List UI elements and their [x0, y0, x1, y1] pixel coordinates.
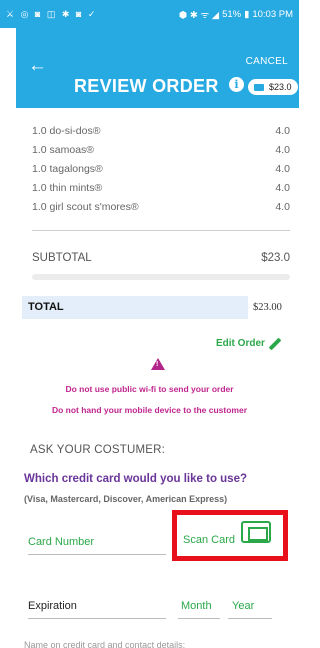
item-name: 1.0 do-si-dos® — [32, 125, 101, 137]
notification-icons: ⚔ ◎ ◙ ◫ ✱ ◙ ✓ — [6, 8, 98, 19]
edit-order-button[interactable]: Edit Order — [216, 337, 282, 350]
pencil-icon — [268, 337, 282, 350]
item-name: 1.0 girl scout s'mores® — [32, 201, 139, 213]
divider — [32, 230, 290, 231]
warning-text: Do not hand your mobile device to the cu… — [51, 405, 248, 415]
list-item: 1.0 do-si-dos® 4.0 — [32, 125, 290, 137]
edit-order-label: Edit Order — [216, 338, 265, 349]
cart-badge[interactable]: $23.0 — [248, 79, 298, 95]
clock: 10:03 PM — [252, 8, 293, 20]
item-name: 1.0 tagalongs® — [32, 163, 103, 175]
header: ← CANCEL REVIEW ORDER i $23.0 — [16, 28, 299, 108]
name-section-heading: Name on credit card and contact details: — [24, 640, 186, 648]
order-items: 1.0 do-si-dos® 4.0 1.0 samoas® 4.0 1.0 t… — [16, 108, 299, 298]
total-label: TOTAL — [28, 301, 64, 313]
list-item: 1.0 samoas® 4.0 — [32, 144, 290, 156]
cart-icon — [254, 83, 264, 91]
item-value: 4.0 — [275, 144, 290, 156]
signal-icons: ⬢ ✱ ᯤ ◢ — [178, 9, 220, 21]
back-arrow-icon[interactable]: ← — [28, 56, 47, 75]
scan-card-button[interactable]: Scan Card — [172, 510, 288, 561]
status-right: ⬢ ✱ ᯤ ◢ 51% ▮ 10:03 PM — [179, 8, 293, 21]
battery-icon: ▮ — [244, 8, 250, 20]
scan-card-icon — [241, 521, 271, 543]
list-item: 1.0 thin mints® 4.0 — [32, 182, 290, 194]
expiration-underline — [28, 618, 166, 619]
subtotal-value: $23.0 — [261, 252, 290, 264]
item-name: 1.0 thin mints® — [32, 182, 103, 194]
subtotal-row: SUBTOTAL $23.0 — [32, 252, 290, 264]
item-name: 1.0 samoas® — [32, 144, 95, 156]
card-question: Which credit card would you like to use? — [24, 473, 248, 485]
faded-row — [32, 274, 290, 280]
subtotal-label: SUBTOTAL — [32, 252, 92, 264]
item-value: 4.0 — [275, 182, 290, 194]
expiration-label: Expiration — [28, 600, 77, 612]
total-value: $23.00 — [253, 302, 282, 313]
item-value: 4.0 — [275, 201, 290, 213]
item-value: 4.0 — [275, 163, 290, 175]
info-icon[interactable]: i — [229, 77, 244, 92]
total-row: TOTAL — [22, 296, 248, 319]
card-number-field[interactable]: Card Number — [28, 536, 94, 548]
battery-level: 51% — [222, 8, 242, 20]
scan-card-label: Scan Card — [183, 534, 235, 546]
month-underline — [178, 618, 220, 619]
warning-text: Do not use public wi-fi to send your ord… — [65, 384, 234, 394]
month-field[interactable]: Month — [181, 600, 212, 612]
item-value: 4.0 — [275, 125, 290, 137]
section-heading: ASK YOUR COSTUMER: — [30, 444, 166, 456]
warning-icon: ! — [151, 358, 165, 370]
year-underline — [228, 618, 272, 619]
card-number-underline — [28, 554, 166, 555]
cart-total: $23.0 — [269, 82, 292, 92]
card-types: (Visa, Mastercard, Discover, American Ex… — [24, 494, 228, 504]
cancel-button[interactable]: CANCEL — [246, 56, 288, 67]
year-field[interactable]: Year — [232, 600, 254, 612]
list-item: 1.0 girl scout s'mores® 4.0 — [32, 201, 290, 213]
status-bar: ⚔ ◎ ◙ ◫ ✱ ◙ ✓ ⬢ ✱ ᯤ ◢ 51% ▮ 10:03 PM — [0, 0, 299, 28]
page-title: REVIEW ORDER — [74, 76, 219, 96]
list-item: 1.0 tagalongs® 4.0 — [32, 163, 290, 175]
